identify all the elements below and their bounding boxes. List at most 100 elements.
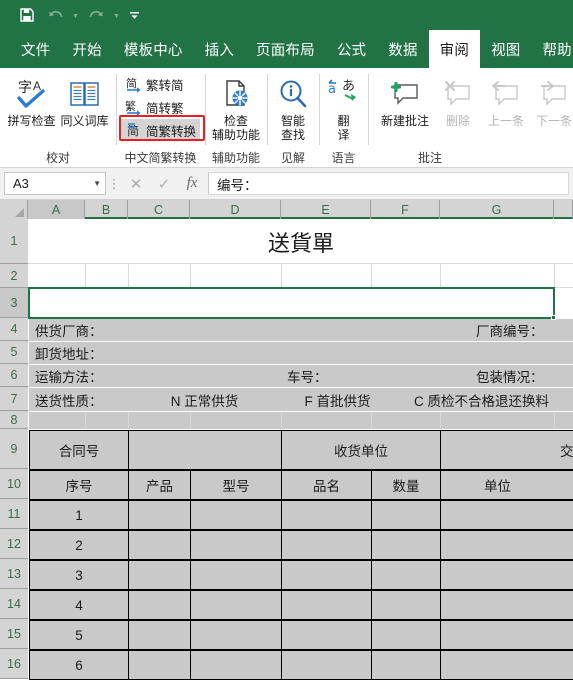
cell-vehicle-number-label[interactable]: 车号： — [281, 365, 371, 387]
table-row-cell-index[interactable]: 6 — [29, 650, 129, 680]
cell-contract-number-label[interactable]: 合同号 — [29, 430, 129, 470]
table-row-cell-item-name[interactable] — [281, 530, 372, 560]
row-header-8[interactable]: 8 — [0, 411, 28, 429]
table-header-cell-model[interactable]: 型号 — [190, 470, 282, 500]
table-row-cell-item-name[interactable] — [281, 560, 372, 590]
table-row-cell-overflow[interactable] — [554, 530, 573, 560]
column-header-g[interactable]: G — [440, 200, 554, 219]
tab-home[interactable]: 开始 — [61, 30, 112, 68]
table-row-cell-overflow[interactable] — [554, 500, 573, 530]
table-header-cell-item-name[interactable]: 品名 — [281, 470, 372, 500]
selection-fill-handle[interactable] — [551, 315, 556, 320]
table-row-cell-product[interactable] — [128, 650, 191, 680]
table-row-cell-item-name[interactable] — [281, 650, 372, 680]
spelling-check-button[interactable]: 字 A 拼写检查 — [5, 72, 58, 128]
formula-bar-grip[interactable]: ⋮ — [106, 177, 122, 190]
tab-templates[interactable]: 模板中心 — [113, 30, 194, 68]
table-row-cell-model[interactable] — [190, 620, 282, 650]
new-comment-button[interactable]: 新建批注 — [376, 72, 434, 128]
smart-lookup-button[interactable]: 智能 查找 — [272, 72, 314, 142]
row-header-15[interactable]: 15 — [0, 619, 28, 649]
select-all-corner[interactable] — [0, 200, 28, 219]
table-header-cell-quantity[interactable]: 数量 — [371, 470, 441, 500]
row-header-6[interactable]: 6 — [0, 364, 28, 387]
cell-receiving-unit-value[interactable] — [440, 430, 555, 470]
table-row-cell-unit[interactable] — [440, 530, 555, 560]
cell-unload-address-label[interactable]: 卸货地址： — [29, 342, 573, 364]
cell-contract-number-value[interactable] — [128, 430, 282, 470]
table-row-cell-product[interactable] — [128, 590, 191, 620]
row-header-1[interactable]: 1 — [0, 219, 28, 264]
formula-input[interactable]: 编号： — [208, 172, 569, 195]
column-header-e[interactable]: E — [281, 200, 371, 219]
column-header-c[interactable]: C — [128, 200, 190, 219]
table-row-cell-overflow[interactable] — [554, 620, 573, 650]
table-row-cell-quantity[interactable] — [371, 590, 441, 620]
table-row-cell-index[interactable]: 4 — [29, 590, 129, 620]
column-header-b[interactable]: B — [85, 200, 128, 219]
table-row-cell-model[interactable] — [190, 650, 282, 680]
cell-receiving-unit-label[interactable]: 收货单位 — [281, 430, 441, 470]
translate-button[interactable]: a あ 翻 译 — [324, 72, 363, 142]
row-header-14[interactable]: 14 — [0, 589, 28, 619]
table-row-cell-index[interactable]: 1 — [29, 500, 129, 530]
table-row-cell-quantity[interactable] — [371, 500, 441, 530]
table-row-cell-overflow[interactable] — [554, 560, 573, 590]
cell-document-title[interactable]: 送貨單 — [29, 220, 573, 263]
row-header-2[interactable]: 2 — [0, 264, 28, 288]
row-header-10[interactable]: 10 — [0, 469, 28, 499]
undo-icon[interactable] — [42, 3, 68, 27]
table-row-cell-index[interactable]: 5 — [29, 620, 129, 650]
row-header-12[interactable]: 12 — [0, 529, 28, 559]
save-icon[interactable] — [14, 3, 40, 27]
cell-delivery-type-rejected[interactable]: C 质检不合格退还换料 — [408, 388, 573, 411]
tab-file[interactable]: 文件 — [10, 30, 61, 68]
thesaurus-button[interactable]: 同义词库 — [58, 72, 111, 128]
table-row-cell-unit[interactable] — [440, 590, 555, 620]
table-row-cell-product[interactable] — [128, 560, 191, 590]
check-accessibility-button[interactable]: 检查 辅助功能 — [210, 72, 262, 142]
row-header-11[interactable]: 11 — [0, 499, 28, 529]
table-row-cell-unit[interactable] — [440, 620, 555, 650]
table-row-cell-index[interactable]: 2 — [29, 530, 129, 560]
table-row-cell-model[interactable] — [190, 530, 282, 560]
tab-insert[interactable]: 插入 — [194, 30, 245, 68]
table-row-cell-model[interactable] — [190, 560, 282, 590]
table-header-cell-overflow[interactable] — [554, 470, 573, 500]
column-header-d[interactable]: D — [190, 200, 281, 219]
table-header-cell-unit[interactable]: 单位 — [440, 470, 555, 500]
cell-supplier-code-label[interactable]: 厂商编号： — [470, 319, 573, 341]
table-row-cell-overflow[interactable] — [554, 650, 573, 680]
table-row-cell-product[interactable] — [128, 500, 191, 530]
table-row-cell-index[interactable]: 3 — [29, 560, 129, 590]
tab-help[interactable]: 帮助 — [531, 30, 573, 68]
spreadsheet-grid[interactable]: 1 2 3 4 5 6 7 8 9 10 11 12 13 14 15 16 送… — [0, 200, 573, 683]
table-row-cell-quantity[interactable] — [371, 650, 441, 680]
name-box[interactable]: A3 ▼ — [4, 172, 106, 195]
undo-dropdown-caret-icon[interactable]: ▼ — [70, 3, 81, 27]
row-header-4[interactable]: 4 — [0, 318, 28, 341]
table-row-cell-item-name[interactable] — [281, 500, 372, 530]
cell-delivery-type-first-batch[interactable]: F 首批供货 — [281, 388, 394, 411]
table-row-cell-item-name[interactable] — [281, 620, 372, 650]
table-row-cell-unit[interactable] — [440, 560, 555, 590]
redo-icon[interactable] — [83, 3, 109, 27]
chevron-down-bar-icon[interactable] — [124, 3, 144, 27]
insert-function-fx-icon[interactable]: fx — [178, 172, 206, 195]
table-row-cell-model[interactable] — [190, 590, 282, 620]
column-header-h[interactable] — [554, 200, 573, 219]
cancel-x-icon[interactable]: ✕ — [122, 172, 150, 195]
table-row-cell-quantity[interactable] — [371, 560, 441, 590]
table-row-cell-unit[interactable] — [440, 500, 555, 530]
simplified-to-traditional-button[interactable]: 繁 简转繁 — [121, 96, 200, 118]
table-row-cell-unit[interactable] — [440, 650, 555, 680]
cell-delivery-partial-label[interactable]: 交 — [554, 430, 573, 470]
row-header-9[interactable]: 9 — [0, 429, 28, 469]
table-header-cell-product[interactable]: 产品 — [128, 470, 191, 500]
row-header-5[interactable]: 5 — [0, 341, 28, 364]
column-header-a[interactable]: A — [28, 200, 85, 219]
row-header-13[interactable]: 13 — [0, 559, 28, 589]
chevron-down-icon[interactable]: ▼ — [93, 179, 101, 188]
tab-view[interactable]: 视图 — [480, 30, 531, 68]
tab-data[interactable]: 数据 — [377, 30, 428, 68]
